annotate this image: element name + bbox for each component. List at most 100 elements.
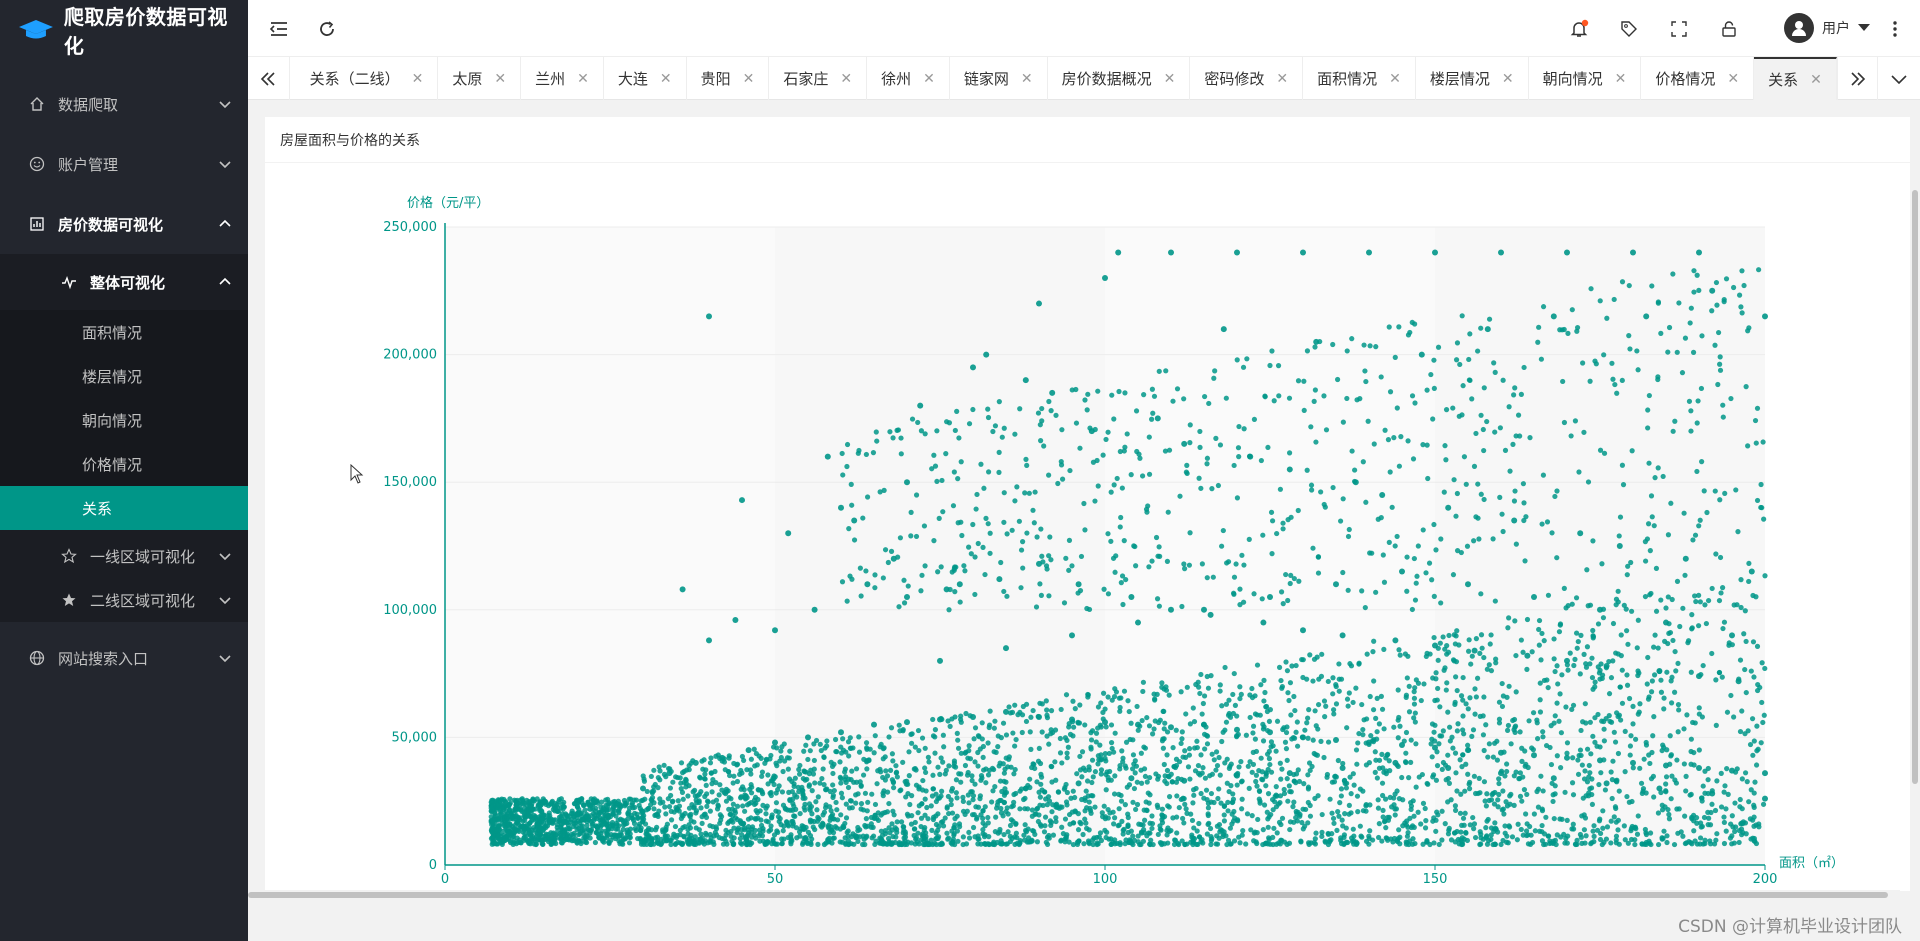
tab-floor[interactable]: 楼层情况 ✕ [1416,57,1529,100]
close-icon[interactable]: ✕ [1727,71,1739,87]
data-point [1503,839,1510,845]
more-vertical-icon[interactable] [1884,18,1906,40]
data-point [1371,678,1377,684]
data-point [1751,790,1757,796]
data-point [1502,823,1508,829]
data-point [1042,823,1048,829]
tab-scroll-right-button[interactable] [1836,57,1879,100]
tab-shijiazhuang[interactable]: 石家庄 ✕ [769,57,868,100]
tab-relation-tier2[interactable]: 关系（二线） ✕ [296,57,439,100]
tab-password[interactable]: 密码修改 ✕ [1190,57,1304,100]
close-icon[interactable]: ✕ [923,71,935,87]
data-point [807,748,813,754]
close-icon[interactable]: ✕ [1810,72,1822,88]
data-point [1496,699,1503,705]
data-point [1450,657,1457,663]
data-point [1050,802,1056,808]
data-point [975,733,982,739]
sidebar-item-relation[interactable]: 关系 [0,486,248,530]
notification-bell-icon[interactable] [1568,18,1590,40]
data-point [493,817,500,823]
close-icon[interactable]: ✕ [1502,71,1514,87]
sidebar-item-price[interactable]: 价格情况 [0,442,248,486]
sidebar-item-tier2-viz[interactable]: 二线区域可视化 [0,578,248,622]
data-point [713,753,719,759]
app-logo[interactable]: 爬取房价数据可视化 [0,0,248,60]
data-point [1622,728,1628,735]
data-point [1213,435,1219,441]
data-point [1157,553,1163,559]
sidebar-item-house-viz[interactable]: 房价数据可视化 [0,194,248,254]
data-point [1441,667,1447,673]
tab-taiyuan[interactable]: 太原 ✕ [438,57,522,100]
data-point [803,769,809,775]
sidebar-item-site-search[interactable]: 网站搜索入口 [0,628,248,688]
close-icon[interactable]: ✕ [412,71,424,87]
data-point [1270,807,1276,813]
tab-lanzhou[interactable]: 兰州 ✕ [521,57,604,100]
tab-price[interactable]: 价格情况 ✕ [1641,57,1755,100]
user-menu[interactable]: 用户 [1784,13,1870,43]
close-icon[interactable]: ✕ [1389,71,1401,87]
data-point [1176,841,1182,848]
data-point [719,835,725,842]
data-point [1036,745,1042,752]
tag-icon[interactable] [1618,18,1640,40]
tab-guiyang[interactable]: 贵阳 ✕ [687,57,770,100]
tab-lianjia[interactable]: 链家网 ✕ [950,57,1048,100]
sidebar-item-overall-viz[interactable]: 整体可视化 [0,254,248,310]
tab-relation[interactable]: 关系 ✕ [1754,57,1837,100]
refresh-icon[interactable] [316,18,338,40]
menu-collapse-icon[interactable] [268,18,290,40]
data-point [1382,818,1388,824]
data-point [1147,820,1153,826]
sidebar-item-orientation[interactable]: 朝向情况 [0,398,248,442]
data-point [1524,652,1531,659]
close-icon[interactable]: ✕ [1021,71,1033,87]
tab-area[interactable]: 面积情况 ✕ [1303,57,1416,100]
data-point [1733,824,1739,830]
close-icon[interactable]: ✕ [577,71,589,87]
data-point [935,834,942,840]
data-point [1238,759,1244,765]
sidebar-item-crawl[interactable]: 数据爬取 [0,74,248,134]
sidebar-item-floor[interactable]: 楼层情况 [0,354,248,398]
close-icon[interactable]: ✕ [494,71,506,87]
close-icon[interactable]: ✕ [840,71,852,87]
data-point [679,586,686,593]
data-point [1319,829,1325,835]
data-point [1457,361,1463,368]
tab-dropdown-button[interactable] [1878,57,1920,100]
close-icon[interactable]: ✕ [1615,71,1627,87]
data-point [1471,647,1478,654]
close-icon[interactable]: ✕ [660,71,672,87]
y-tick-label: 100,000 [383,603,437,618]
data-point [1543,742,1550,749]
close-icon[interactable]: ✕ [1276,71,1288,87]
fullscreen-icon[interactable] [1668,18,1690,40]
data-point [745,747,752,754]
data-point [604,813,611,819]
tab-scroll-left-button[interactable] [248,57,290,100]
close-icon[interactable]: ✕ [1164,71,1176,87]
tab-overview[interactable]: 房价数据概况 ✕ [1048,57,1191,100]
tab-xuzhou[interactable]: 徐州 ✕ [867,57,950,100]
close-icon[interactable]: ✕ [743,71,755,87]
data-point [772,774,778,780]
data-point [1181,440,1188,447]
data-point [699,814,705,820]
tab-orientation[interactable]: 朝向情况 ✕ [1529,57,1642,100]
tab-dalian[interactable]: 大连 ✕ [604,57,687,100]
data-point [706,637,712,644]
data-point [1172,837,1179,843]
data-point [702,776,708,782]
sidebar-item-account[interactable]: 账户管理 [0,134,248,194]
sidebar-item-area[interactable]: 面积情况 [0,310,248,354]
data-point [1211,375,1217,381]
data-point [975,763,981,769]
sidebar-item-tier1-viz[interactable]: 一线区域可视化 [0,534,248,578]
data-point [895,427,901,433]
data-point [995,744,1001,750]
lock-icon[interactable] [1718,18,1740,40]
data-point [922,765,928,771]
